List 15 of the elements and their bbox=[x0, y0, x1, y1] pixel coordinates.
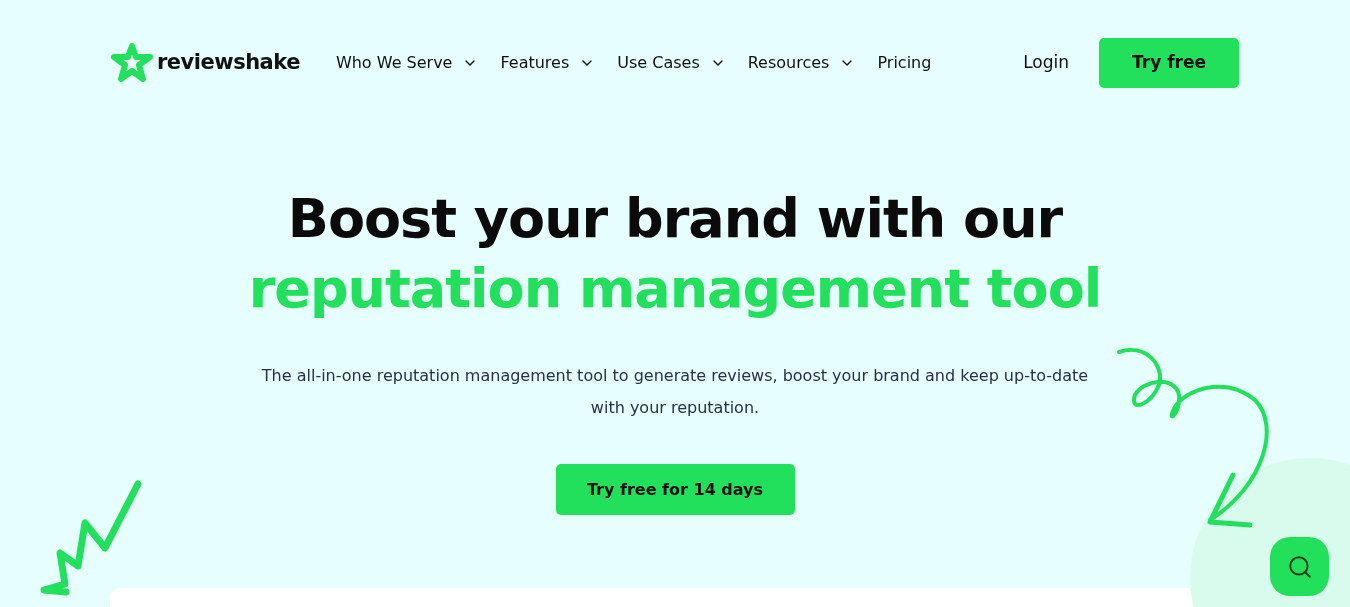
search-button[interactable] bbox=[1270, 537, 1329, 596]
nav-link[interactable]: Use Cases bbox=[617, 51, 726, 75]
try-free-cta-button[interactable]: Try free for 14 days bbox=[555, 464, 795, 515]
nav-link[interactable]: Who We Serve bbox=[335, 51, 479, 75]
hero-subtitle: The all-in-one reputation management tool to generate reviews, boost your brand and keep up-to-date with your reputation. bbox=[260, 365, 1090, 419]
hero-title: Boost your brand with our bbox=[287, 186, 1063, 252]
login-link[interactable]: Login bbox=[1023, 50, 1069, 76]
hero-title-highlight: reputation management tool bbox=[248, 256, 1102, 322]
nav-link[interactable]: Features bbox=[500, 51, 596, 75]
try-free-button[interactable]: Try free bbox=[1099, 38, 1239, 88]
nav-link[interactable]: Pricing bbox=[877, 51, 932, 75]
brand-name: reviewshake bbox=[157, 49, 300, 77]
search-icon bbox=[1286, 553, 1313, 580]
star-logo-icon bbox=[110, 42, 154, 84]
nav-link[interactable]: Resources bbox=[747, 51, 856, 75]
